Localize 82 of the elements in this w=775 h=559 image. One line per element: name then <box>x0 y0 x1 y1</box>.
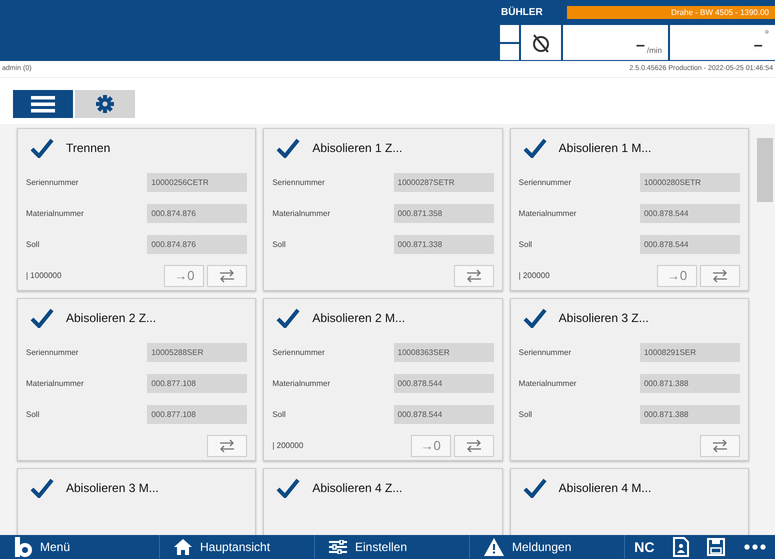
readonly-field: 000.878.544 <box>640 204 740 223</box>
indicator-block <box>500 44 519 60</box>
nav-button[interactable]: Einstellen <box>315 535 470 559</box>
readonly-field: 10000256CETR <box>147 172 248 192</box>
readonly-field: 000.877.108 <box>147 404 248 424</box>
field-label: Materialnummer <box>518 378 576 388</box>
document-icon <box>672 537 689 557</box>
swap-arrows-icon <box>712 268 728 283</box>
readonly-field: 10005288SER <box>147 342 248 362</box>
swap-arrows-icon <box>466 438 482 453</box>
indicator-block <box>500 25 519 42</box>
status-banner: Drahe - BW 4505 - 1390.00 <box>567 6 775 19</box>
readonly-field: 000.878.544 <box>394 374 494 393</box>
circle-slash-icon <box>530 32 552 54</box>
field-label: Soll <box>272 410 286 419</box>
nav-button[interactable]: Hauptansicht <box>160 535 315 559</box>
nav-button[interactable]: Menü <box>0 535 160 559</box>
swap-button[interactable] <box>454 434 494 457</box>
field-label: Materialnummer <box>26 378 84 388</box>
card-title: Abisolieren 2 M... <box>312 310 406 325</box>
menu-icon <box>31 94 55 113</box>
card-title: Abisolieren 1 M... <box>558 140 652 155</box>
readonly-field: 000.871.388 <box>640 404 740 424</box>
warning-icon <box>484 538 504 556</box>
field-label: Seriennummer <box>26 348 78 357</box>
readonly-field: 000.874.876 <box>147 204 248 223</box>
swap-arrows-icon <box>219 268 236 283</box>
field-label: Materialnummer <box>518 208 576 218</box>
logo-icon <box>14 537 32 557</box>
sliders-icon <box>329 540 347 554</box>
field-label: Seriennummer <box>518 178 572 187</box>
readonly-field: 000.877.108 <box>147 374 248 393</box>
swap-button[interactable] <box>454 264 494 287</box>
nc-button[interactable]: NC <box>631 535 658 559</box>
tab[interactable] <box>13 90 73 118</box>
home-icon <box>174 539 192 555</box>
card-title: Abisolieren 1 Z... <box>312 140 402 155</box>
scrollbar-thumb[interactable] <box>757 138 773 202</box>
readonly-field: 000.871.358 <box>394 204 494 223</box>
swap-arrows-icon <box>712 438 728 453</box>
card-title: Abisolieren 2 Z... <box>66 310 156 325</box>
swap-arrows-icon <box>219 438 236 453</box>
swap-button[interactable] <box>700 264 740 287</box>
field-label: Seriennummer <box>272 348 325 357</box>
field-label: Soll <box>272 240 286 249</box>
logo: BÜHLER <box>501 7 544 18</box>
field-label: Materialnummer <box>26 208 84 218</box>
readonly-field: 000.874.876 <box>147 234 248 254</box>
field-label: Materialnummer <box>272 378 330 388</box>
card-title: Abisolieren 4 Z... <box>312 480 402 495</box>
readonly-field: 000.871.338 <box>394 234 494 254</box>
swap-button[interactable] <box>207 264 248 287</box>
card-title: Abisolieren 3 Z... <box>558 310 649 325</box>
field-label: Materialnummer <box>272 208 330 218</box>
card-title: Abisolieren 4 M... <box>558 480 652 495</box>
readonly-field: 10008291SER <box>640 342 740 362</box>
nav-button[interactable]: Meldungen <box>470 535 625 559</box>
field-label: Soll <box>26 240 40 249</box>
card-title: Trennen <box>66 140 110 155</box>
readonly-field: 000.878.544 <box>640 234 740 254</box>
swap-arrows-icon <box>466 268 482 283</box>
field-label: Seriennummer <box>518 348 572 357</box>
readonly-field: 10000280SETR <box>640 172 740 192</box>
counter-label: | 200000 <box>518 271 551 280</box>
field-label: Seriennummer <box>272 178 325 187</box>
readonly-field: 10008363SER <box>394 342 494 362</box>
field-label: Soll <box>518 240 532 249</box>
swap-button[interactable] <box>700 434 740 457</box>
card-title: Abisolieren 3 M... <box>66 480 159 495</box>
readonly-field: 10000287SETR <box>394 172 494 192</box>
readonly-field: 000.878.544 <box>394 404 494 424</box>
readonly-field: 000.871.388 <box>640 374 740 393</box>
angle-readout: – ° <box>670 25 775 60</box>
field-label: Soll <box>518 410 532 419</box>
counter-label: | 200000 <box>272 441 304 450</box>
more-icon <box>744 544 766 550</box>
swap-button[interactable] <box>207 434 248 457</box>
field-label: Seriennummer <box>26 178 78 187</box>
tab[interactable] <box>75 90 135 118</box>
counter-label: | 1000000 <box>26 271 62 280</box>
settings-icon <box>96 94 114 113</box>
field-label: Soll <box>26 410 40 419</box>
